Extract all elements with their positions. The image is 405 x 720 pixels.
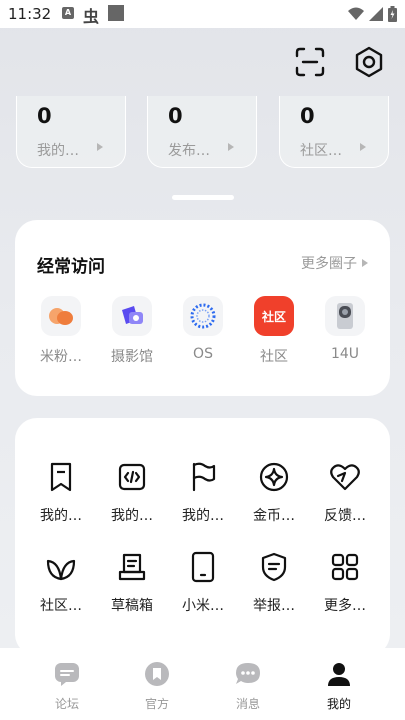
stat-value: 0 — [37, 104, 52, 128]
tool-xiaomi[interactable]: 小米… — [168, 550, 238, 615]
more-circles-link[interactable]: 更多圈子 — [301, 253, 368, 273]
tool-coins[interactable]: 金币… — [239, 460, 309, 525]
gear-icon — [355, 46, 383, 78]
leaf-icon — [44, 550, 78, 584]
drag-handle[interactable] — [172, 195, 234, 200]
app-label: OS — [193, 346, 213, 362]
profile-icon — [325, 660, 353, 688]
stat-label: 社区… — [300, 143, 342, 159]
nav-label: 官方 — [144, 697, 169, 711]
app-item-os[interactable]: OS — [168, 296, 238, 362]
nav-tab-messages[interactable]: 消息 — [218, 660, 278, 712]
section-title: 经常访问 — [37, 257, 105, 277]
wifi-icon — [348, 7, 364, 20]
scan-icon — [295, 47, 325, 77]
phone-14u-icon — [325, 296, 365, 336]
app-item-14u[interactable]: 14U — [310, 296, 380, 362]
coin-star-icon — [257, 460, 291, 494]
tool-my-flag[interactable]: 我的… — [168, 460, 238, 525]
app-label: 社区 — [260, 349, 288, 365]
stat-card-community[interactable]: 0 社区… — [279, 96, 389, 168]
tool-label: 反馈… — [324, 508, 366, 524]
tool-label: 我的… — [111, 508, 153, 524]
os-ring-icon — [183, 296, 223, 336]
code-file-icon — [115, 460, 149, 494]
frequent-visits-card: 经常访问 更多圈子 米粉… 摄影馆 OS 社区 社区 14U — [15, 220, 390, 396]
tool-feedback[interactable]: 反馈… — [310, 460, 380, 525]
signal-icon — [369, 7, 383, 21]
stat-label: 发布… — [168, 143, 210, 159]
stat-value: 0 — [300, 104, 315, 128]
official-icon — [143, 660, 171, 688]
chevron-right-icon — [97, 143, 103, 151]
flag-icon — [186, 460, 220, 494]
shield-report-icon — [257, 550, 291, 584]
tool-label: 小米… — [182, 598, 224, 614]
nav-tab-official[interactable]: 官方 — [127, 660, 187, 712]
fan-club-icon — [41, 296, 81, 336]
app-label: 摄影馆 — [111, 349, 153, 365]
stat-card-published[interactable]: 0 发布… — [147, 96, 257, 168]
community-logo-icon: 社区 — [254, 296, 294, 336]
bookmark-icon — [44, 460, 78, 494]
tool-label: 社区… — [40, 598, 82, 614]
chevron-right-icon — [360, 143, 366, 151]
nav-label: 论坛 — [54, 697, 79, 711]
bottom-navigation: 论坛 官方 消息 我的 — [0, 648, 405, 720]
settings-button[interactable] — [351, 44, 387, 80]
image-notification-icon — [108, 5, 124, 21]
grid-more-icon — [328, 550, 362, 584]
draft-box-icon — [115, 550, 149, 584]
chevron-right-icon — [228, 143, 234, 151]
nav-tab-profile[interactable]: 我的 — [309, 660, 369, 712]
tool-more[interactable]: 更多… — [310, 550, 380, 615]
more-circles-label: 更多圈子 — [301, 256, 357, 272]
app-label: 米粉… — [40, 349, 82, 365]
tool-label: 我的… — [40, 508, 82, 524]
tablet-icon — [186, 550, 220, 584]
tool-label: 我的… — [182, 508, 224, 524]
tool-report[interactable]: 举报… — [239, 550, 309, 615]
tool-label: 金币… — [253, 508, 295, 524]
tool-label: 草稿箱 — [111, 598, 153, 614]
photo-gallery-icon — [112, 296, 152, 336]
status-icons — [348, 5, 397, 23]
nav-label: 消息 — [235, 697, 260, 711]
app-item-photo-gallery[interactable]: 摄影馆 — [97, 296, 167, 366]
nav-label: 我的 — [326, 697, 351, 711]
tool-my-code[interactable]: 我的… — [97, 460, 167, 525]
scan-button[interactable] — [292, 44, 328, 80]
app-notification-icon: 虫 — [83, 7, 100, 26]
tool-drafts[interactable]: 草稿箱 — [97, 550, 167, 615]
stat-card-my[interactable]: 0 我的… — [16, 96, 126, 168]
notification-badge-icon: A — [62, 7, 74, 19]
battery-icon — [388, 6, 397, 22]
nav-tab-forum[interactable]: 论坛 — [37, 660, 97, 712]
tools-card: 我的… 我的… 我的… 金币… 反馈… 社区… 草稿箱 小米… 举报… 更多… — [15, 418, 390, 656]
tool-label: 更多… — [324, 598, 366, 614]
stat-label: 我的… — [37, 143, 79, 159]
forum-icon — [53, 660, 81, 688]
stat-value: 0 — [168, 104, 183, 128]
tool-my-bookmarks[interactable]: 我的… — [26, 460, 96, 525]
tool-label: 举报… — [253, 598, 295, 614]
message-icon — [234, 660, 262, 688]
status-time: 11:32 — [8, 5, 52, 23]
heart-feedback-icon — [328, 460, 362, 494]
tool-community[interactable]: 社区… — [26, 550, 96, 615]
app-label: 14U — [330, 346, 360, 362]
app-item-community[interactable]: 社区 社区 — [239, 296, 309, 366]
chevron-right-icon — [362, 259, 368, 267]
status-bar: 11:32 A 虫 — [0, 0, 405, 28]
app-item-fan-club[interactable]: 米粉… — [26, 296, 96, 366]
